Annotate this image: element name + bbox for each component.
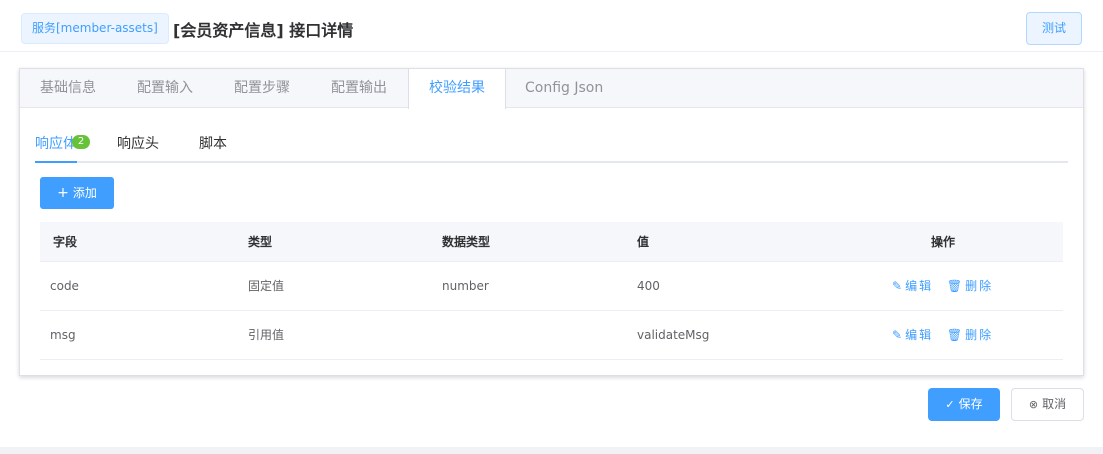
tab-config-input[interactable]: 配置输入 [117, 69, 213, 108]
table-header: 字段 类型 数据类型 值 操作 [40, 222, 1063, 262]
tab-basic-info[interactable]: 基础信息 [20, 69, 116, 108]
table-row: code 固定值 number 400 ✎ 编辑 🗑 删除 [40, 262, 1063, 311]
subtab-response-header[interactable]: 响应头 [117, 133, 159, 153]
column-header-field: 字段 [53, 235, 78, 249]
page-title: [会员资产信息] 接口详情 [173, 21, 354, 40]
tab-config-output[interactable]: 配置输出 [311, 69, 407, 108]
trash-icon: 🗑 [946, 328, 963, 342]
column-header-value: 值 [637, 235, 650, 249]
cell-value: 400 [637, 279, 660, 293]
delete-button[interactable]: 🗑 删除 [947, 328, 993, 342]
add-button-label: 添加 [72, 186, 97, 200]
delete-button[interactable]: 🗑 删除 [947, 279, 993, 293]
trash-icon: 🗑 [946, 279, 963, 293]
edit-icon: ✎ [892, 279, 903, 293]
delete-label: 删除 [965, 279, 994, 293]
subtab-bar: 响应体 2 响应头 脚本 [35, 121, 1068, 163]
page-bottom-divider [0, 447, 1103, 454]
subtab-script[interactable]: 脚本 [199, 133, 227, 153]
column-header-actions: 操作 [931, 235, 956, 249]
tab-config-json[interactable]: Config Json [505, 69, 623, 108]
test-button[interactable]: 测试 [1026, 12, 1082, 45]
tab-bar: 基础信息 配置输入 配置步骤 配置输出 校验结果 Config Json [20, 69, 1083, 109]
save-button[interactable]: ✓ 保存 [928, 388, 1000, 421]
edit-icon: ✎ [892, 328, 903, 342]
edit-button[interactable]: ✎ 编辑 [892, 279, 933, 293]
row-actions: ✎ 编辑 🗑 删除 [892, 311, 1003, 360]
plus-icon: + [57, 185, 69, 201]
tab-config-steps[interactable]: 配置步骤 [214, 69, 310, 108]
cell-field: code [50, 279, 79, 293]
active-subtab-indicator [35, 161, 77, 163]
edit-button[interactable]: ✎ 编辑 [892, 328, 933, 342]
table-row: msg 引用值 validateMsg ✎ 编辑 🗑 删除 [40, 311, 1063, 360]
edit-label: 编辑 [905, 328, 934, 342]
column-header-type: 类型 [248, 235, 273, 249]
close-circle-icon: ⊗ [1028, 398, 1039, 411]
count-badge: 2 [72, 135, 90, 149]
check-circle-icon: ✓ [945, 398, 955, 411]
validation-table: 字段 类型 数据类型 值 操作 code 固定值 number 400 ✎ 编辑 … [40, 222, 1063, 360]
cell-field: msg [50, 328, 76, 342]
add-button[interactable]: + 添加 [40, 177, 114, 209]
service-tag: 服务[member-assets] [21, 13, 169, 44]
cancel-button[interactable]: ⊗ 取消 [1011, 388, 1084, 421]
row-actions: ✎ 编辑 🗑 删除 [892, 262, 1003, 311]
subtab-response-body-label: 响应体 [35, 136, 77, 152]
cell-data-type: number [442, 279, 489, 293]
tab-validation-result[interactable]: 校验结果 [408, 69, 506, 109]
cell-type: 固定值 [248, 279, 285, 293]
cell-type: 引用值 [248, 328, 285, 342]
top-bar: 服务[member-assets] [会员资产信息] 接口详情 测试 [0, 0, 1103, 52]
delete-label: 删除 [965, 328, 994, 342]
save-button-label: 保存 [958, 397, 983, 411]
column-header-data-type: 数据类型 [442, 235, 491, 249]
detail-card: 基础信息 配置输入 配置步骤 配置输出 校验结果 Config Json 响应体… [19, 68, 1084, 376]
cell-value: validateMsg [637, 328, 710, 342]
subtab-response-body[interactable]: 响应体 2 [35, 133, 90, 153]
edit-label: 编辑 [905, 279, 934, 293]
cancel-button-label: 取消 [1042, 397, 1067, 411]
